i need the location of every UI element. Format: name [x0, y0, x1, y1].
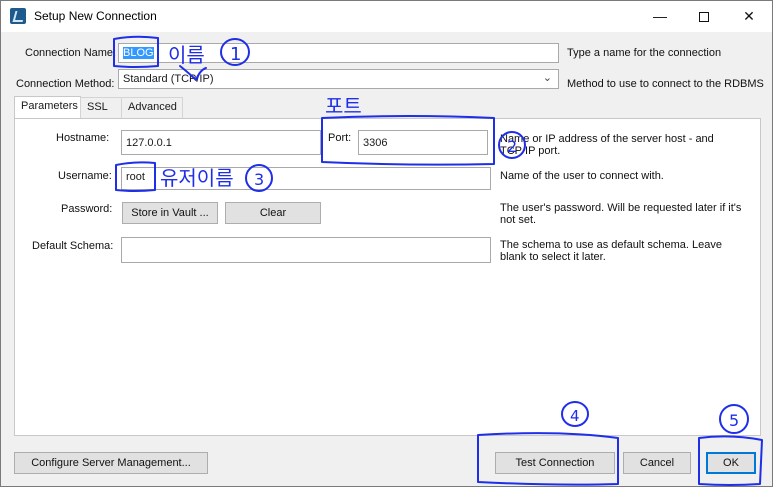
test-connection-button[interactable]: Test Connection: [495, 452, 615, 474]
chevron-down-icon: ⌄: [542, 72, 552, 84]
hostname-help: Name or IP address of the server host - …: [500, 133, 714, 157]
username-label: Username:: [58, 170, 112, 182]
connection-name-label: Connection Name:: [25, 47, 117, 59]
tab-parameters[interactable]: Parameters: [14, 96, 81, 119]
password-label: Password:: [61, 203, 113, 215]
connection-method-value: Standard (TCP/IP): [123, 73, 214, 85]
tab-advanced[interactable]: Advanced: [121, 97, 183, 118]
setup-connection-dialog: Setup New Connection — ✕ Connection Name…: [0, 0, 773, 487]
workbench-app-icon: [10, 8, 26, 24]
default-schema-input[interactable]: [121, 237, 491, 263]
hostname-label: Hostname:: [56, 132, 110, 144]
maximize-icon: [699, 12, 709, 23]
parameters-panel: [14, 118, 761, 436]
configure-server-management-button[interactable]: Configure Server Management...: [14, 452, 208, 474]
window-title: Setup New Connection: [34, 9, 157, 23]
cancel-button[interactable]: Cancel: [623, 452, 691, 474]
connection-method-help: Method to use to connect to the RDBMS: [567, 78, 764, 90]
port-label: Port:: [328, 132, 352, 144]
close-button[interactable]: ✕: [727, 1, 771, 32]
maximize-button[interactable]: [682, 1, 726, 32]
connection-name-value: BLOG: [123, 47, 154, 59]
default-schema-help: The schema to use as default schema. Lea…: [500, 239, 722, 263]
connection-method-label: Connection Method:: [16, 78, 115, 90]
title-bar[interactable]: Setup New Connection — ✕: [1, 1, 772, 32]
connection-name-input[interactable]: BLOG: [118, 43, 559, 63]
tab-ssl[interactable]: SSL: [80, 97, 122, 118]
clear-password-button[interactable]: Clear: [225, 202, 321, 224]
password-help: The user's password. Will be requested l…: [500, 202, 742, 226]
username-input[interactable]: root: [121, 167, 491, 190]
username-help: Name of the user to connect with.: [500, 170, 664, 182]
store-in-vault-button[interactable]: Store in Vault ...: [122, 202, 218, 224]
hostname-input[interactable]: 127.0.0.1: [121, 130, 321, 155]
default-schema-label: Default Schema:: [32, 240, 114, 252]
connection-method-select[interactable]: Standard (TCP/IP) ⌄: [118, 69, 559, 89]
minimize-button[interactable]: —: [638, 1, 682, 32]
port-input[interactable]: 3306: [358, 130, 488, 155]
connection-name-help: Type a name for the connection: [567, 47, 722, 59]
ok-button[interactable]: OK: [706, 452, 756, 474]
